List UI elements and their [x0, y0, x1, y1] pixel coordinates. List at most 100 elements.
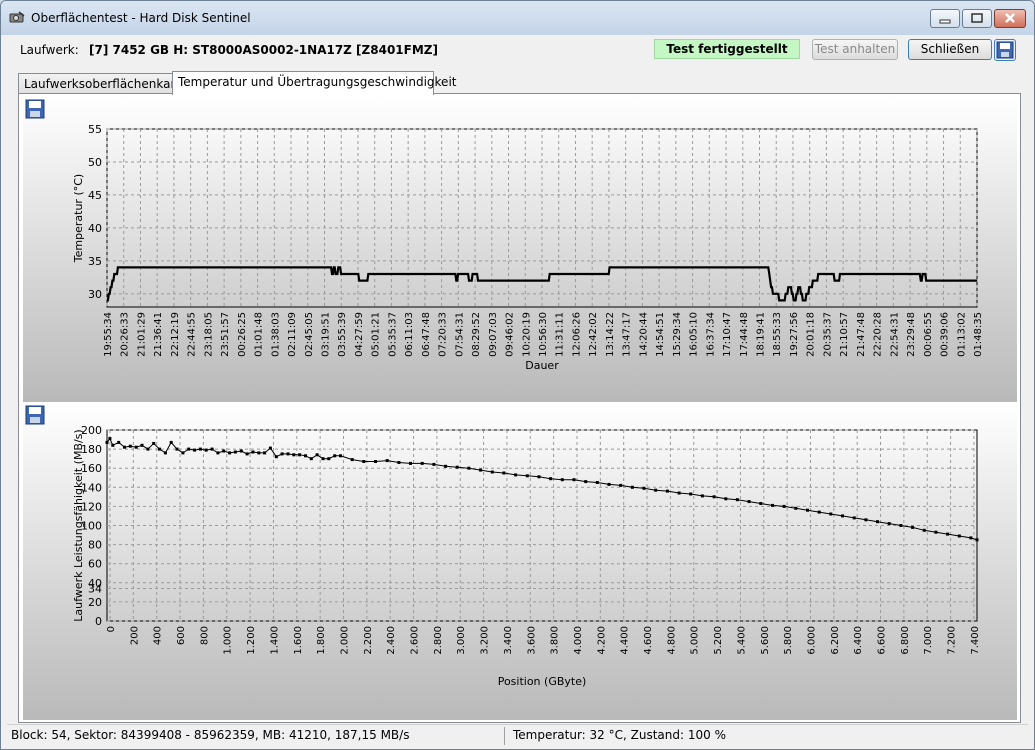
x-tick-label: 5.600	[760, 626, 771, 655]
speed-data-point	[665, 489, 669, 493]
speed-data-point	[298, 453, 302, 457]
x-tick-label: 07:54:31	[454, 312, 465, 357]
title-bar[interactable]: Oberflächentest - Hard Disk Sentinel	[1, 1, 1034, 35]
x-tick-label: 23:18:05	[203, 312, 214, 357]
speed-data-point	[607, 482, 611, 486]
speed-data-point	[163, 451, 167, 455]
speed-data-point	[934, 530, 938, 534]
x-tick-label: 22:12:19	[170, 312, 181, 357]
x-tick-label: 6.000	[806, 626, 817, 655]
speed-data-point	[654, 488, 658, 492]
x-tick-label: 09:46:02	[505, 312, 516, 357]
y-axis-label: Laufwerk Leistungsfähigkeit (MB/s)	[72, 429, 85, 621]
x-tick-label: 600	[176, 626, 187, 645]
block-status: Block: 54, Sektor: 84399408 - 85962359, …	[11, 728, 410, 742]
speed-data-point	[957, 534, 961, 538]
x-tick-label: 14:54:51	[655, 312, 666, 357]
x-tick-label: 01:01:48	[254, 312, 265, 357]
speed-data-point	[350, 458, 354, 462]
x-tick-label: 17:44:48	[739, 312, 750, 357]
maximize-button[interactable]	[962, 9, 992, 28]
x-tick-label: 16:05:10	[689, 312, 700, 357]
speed-chart-panel: 0 20 34 40 60 80 100 120 140 160 180 200 0 200 400 600 8…	[23, 403, 1017, 720]
x-tick-label: 200	[129, 626, 140, 645]
temperature-series-line	[106, 266, 977, 302]
speed-data-point	[193, 448, 197, 452]
x-tick-label: 03:55:39	[337, 312, 348, 357]
speed-data-point	[146, 447, 150, 451]
x-tick-label: 03:19:51	[321, 312, 332, 357]
speed-data-point	[175, 447, 179, 451]
x-tick-label: 1.200	[246, 626, 257, 655]
speed-data-point	[969, 536, 973, 540]
speed-data-point	[292, 453, 296, 457]
speed-data-point	[111, 443, 115, 447]
speed-data-point	[327, 457, 331, 461]
x-tick-label: 18:55:33	[772, 312, 783, 357]
speed-data-point	[584, 480, 588, 484]
speed-data-point	[479, 468, 483, 472]
x-tick-label: 21:47:48	[856, 312, 867, 357]
x-tick-label: 7.200	[947, 626, 958, 655]
x-axis-label: Position (GByte)	[498, 675, 587, 688]
close-window-button[interactable]	[994, 9, 1026, 28]
speed-data-point	[280, 452, 284, 456]
tab-surface-map[interactable]: Laufwerksoberflächenkarte	[18, 73, 187, 94]
y-tick-label: 55	[88, 123, 102, 136]
x-tick-label: 20:01:18	[806, 312, 817, 357]
x-tick-label: 5.800	[783, 626, 794, 655]
x-tick-label: 08:29:52	[471, 312, 482, 357]
x-tick-label: 4.600	[643, 626, 654, 655]
speed-data-point	[537, 475, 541, 479]
speed-data-point	[759, 502, 763, 505]
speed-data-point	[677, 491, 681, 495]
speed-data-point	[525, 474, 529, 478]
x-tick-label: 23:29:48	[906, 312, 917, 357]
x-tick-label: 20:35:37	[822, 312, 833, 357]
speed-data-point	[263, 451, 267, 455]
minimize-button[interactable]	[930, 9, 960, 28]
x-tick-label: 18:19:41	[756, 312, 767, 357]
x-tick-label: 400	[153, 626, 164, 645]
speed-data-point	[700, 494, 704, 498]
x-tick-label: 3.000	[456, 626, 467, 655]
x-tick-label: 05:35:37	[387, 312, 398, 357]
x-tick-label: 7.000	[923, 626, 934, 655]
save-report-button[interactable]	[994, 39, 1016, 61]
floppy-disk-icon	[996, 41, 1014, 59]
speed-data-point	[397, 461, 401, 464]
speed-data-point	[123, 445, 126, 449]
tab-temperature-speed[interactable]: Temperatur und Übertragungsgeschwindigke…	[172, 71, 456, 95]
x-tick-label: 5.400	[736, 626, 747, 655]
speed-data-point	[841, 514, 844, 518]
x-tick-label: 19:27:56	[789, 312, 800, 357]
y-tick-label: 20	[88, 596, 102, 609]
close-button[interactable]: Schließen	[908, 39, 992, 60]
x-tick-label: 6.600	[877, 626, 888, 655]
status-badge: Test fertiggestellt	[654, 39, 800, 59]
speed-data-point	[409, 461, 412, 465]
speed-data-point	[794, 506, 798, 510]
x-tick-label: 10:56:30	[538, 312, 549, 357]
speed-data-point	[946, 532, 950, 536]
speed-data-point	[134, 445, 138, 449]
stop-test-button[interactable]: Test anhalten	[812, 39, 898, 60]
status-divider	[504, 727, 505, 745]
app-logo-icon	[9, 11, 25, 23]
speed-data-point	[140, 443, 144, 447]
speed-data-point	[724, 497, 728, 501]
speed-data-point	[922, 528, 926, 532]
x-tick-label: 13:14:22	[605, 312, 616, 357]
x-tick-label: 6.200	[830, 626, 841, 655]
speed-data-point	[204, 448, 208, 452]
x-tick-label: 13:47:17	[622, 312, 633, 357]
x-tick-label: 04:27:59	[354, 312, 365, 357]
x-tick-label: 1.000	[223, 626, 234, 655]
x-tick-label: 05:01:21	[371, 312, 382, 357]
speed-data-point	[374, 460, 377, 463]
x-tick-label: 15:29:34	[672, 312, 683, 357]
speed-data-point	[975, 538, 979, 542]
speed-data-point	[108, 437, 112, 441]
x-tick-label: 01:13:02	[956, 312, 967, 357]
speed-data-point	[735, 498, 739, 502]
